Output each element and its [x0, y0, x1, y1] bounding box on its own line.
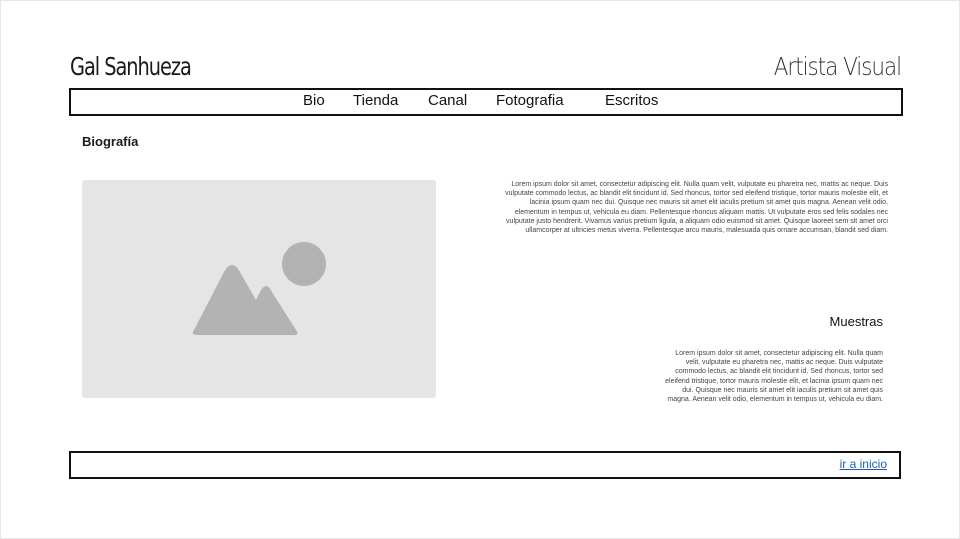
nav-item-canal[interactable]: Canal [428, 92, 467, 109]
nav-item-bio[interactable]: Bio [303, 92, 325, 109]
image-placeholder-icon [192, 242, 326, 335]
back-to-home-link[interactable]: ir a inicio [840, 457, 887, 471]
nav-item-escritos[interactable]: Escritos [605, 92, 658, 109]
site-name: Gal Sanhueza [70, 52, 192, 81]
nav-item-tienda[interactable]: Tienda [353, 92, 398, 109]
section-title: Biografía [82, 134, 139, 149]
site-tagline: Artista Visual [773, 52, 902, 81]
bio-text: Lorem ipsum dolor sit amet, consectetur … [505, 181, 888, 235]
samples-text: Lorem ipsum dolor sit amet, consectetur … [665, 350, 883, 404]
samples-title: Muestras [829, 314, 883, 329]
bio-image-placeholder [82, 180, 436, 398]
main-nav: Bio Tienda Canal Fotografia Escritos [69, 88, 903, 116]
nav-item-fotografia[interactable]: Fotografia [496, 92, 564, 109]
footer-bar: ir a inicio [69, 451, 901, 479]
